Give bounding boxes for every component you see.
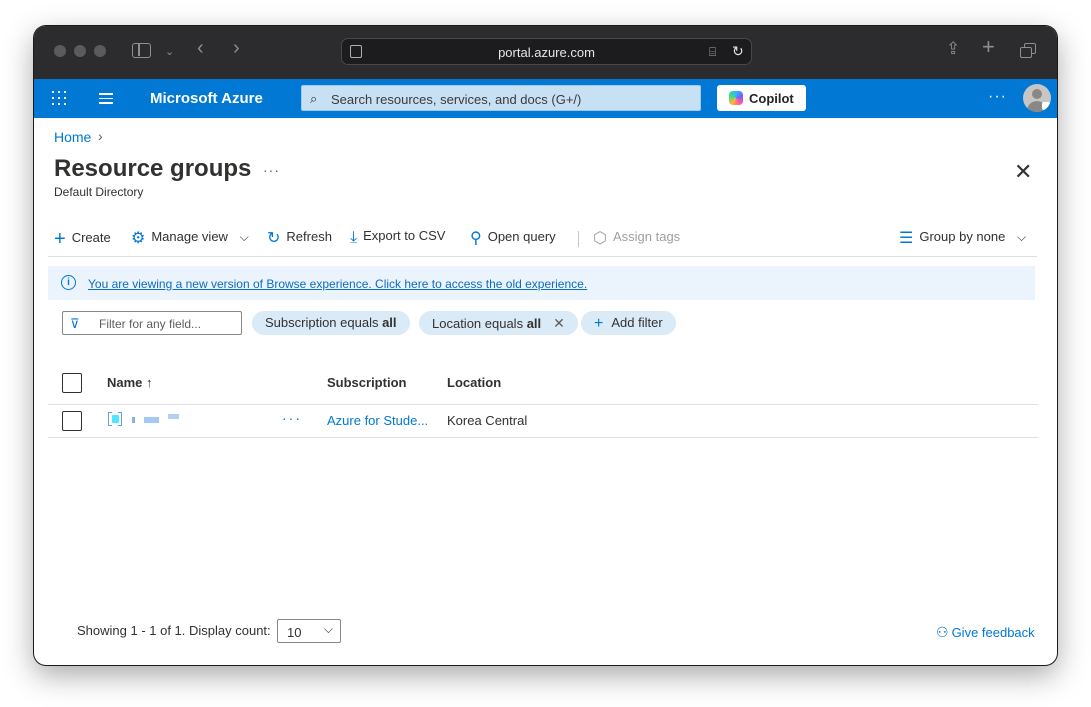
display-count-value: 10 xyxy=(287,625,302,640)
resource-group-icon xyxy=(108,412,122,426)
give-feedback-link[interactable]: ⚇ Give feedback xyxy=(936,624,1035,641)
brand-title[interactable]: Microsoft Azure xyxy=(150,90,263,107)
address-bar[interactable]: portal.azure.com ⌸ ↻ xyxy=(341,38,752,65)
export-label: Export to CSV xyxy=(363,228,446,243)
menu-icon[interactable] xyxy=(99,93,113,104)
location-filter-label: Location equals xyxy=(432,316,527,331)
group-by-dropdown[interactable]: ☰ Group by none ⌵ xyxy=(899,228,1026,252)
create-button[interactable]: + Create xyxy=(54,228,111,252)
pagination-summary: Showing 1 - 1 of 1. Display count: xyxy=(77,623,271,638)
assign-tags-button[interactable]: ⬡ Assign tags xyxy=(593,228,680,252)
assign-tags-label: Assign tags xyxy=(612,229,681,244)
location-filter-pill[interactable]: Location equals all ✕ xyxy=(419,311,578,335)
add-filter-button[interactable]: + Add filter xyxy=(581,311,676,335)
location-cell: Korea Central xyxy=(447,413,528,428)
display-count-select[interactable]: 10 ⌵ xyxy=(277,619,341,643)
gear-icon: ⚙ xyxy=(131,230,146,247)
more-options-icon[interactable]: ··· xyxy=(988,88,1007,106)
subscription-filter-value: all xyxy=(382,315,397,330)
translate-icon[interactable]: ⌸ xyxy=(709,44,716,60)
close-icon[interactable]: ✕ xyxy=(1014,159,1032,185)
close-window-button[interactable] xyxy=(54,45,66,57)
toolbar-separator xyxy=(578,231,579,247)
redacted-name xyxy=(144,417,159,423)
feedback-icon: ⚇ xyxy=(936,624,949,640)
select-all-checkbox[interactable] xyxy=(62,373,82,393)
portal-header: Microsoft Azure ⌕ Search resources, serv… xyxy=(34,79,1057,118)
tabs-overview-icon[interactable] xyxy=(1020,43,1036,58)
url-text: portal.azure.com xyxy=(498,45,595,60)
chevron-down-icon: ⌵ xyxy=(323,622,333,636)
refresh-button[interactable]: ↻ Refresh xyxy=(267,228,332,252)
row-checkbox[interactable] xyxy=(62,411,82,431)
row-more-icon[interactable]: ··· xyxy=(282,410,302,426)
plus-icon: + xyxy=(54,228,66,250)
command-bar: + Create ⚙ Manage view ⌵ ↻ Refresh ⤓ Export … xyxy=(54,228,1038,252)
column-name-header[interactable]: Name ↑ xyxy=(107,375,153,390)
download-icon: ⤓ xyxy=(350,229,358,246)
row-divider xyxy=(48,437,1038,438)
query-icon: ⚲ xyxy=(470,230,482,247)
add-filter-label: Add filter xyxy=(611,315,663,330)
open-query-button[interactable]: ⚲ Open query xyxy=(470,228,556,252)
minimize-window-button[interactable] xyxy=(74,45,86,57)
location-filter-value: all xyxy=(526,316,542,331)
chevron-right-icon: › xyxy=(98,128,103,144)
lock-icon xyxy=(1042,102,1050,110)
filter-icon: ⊽ xyxy=(70,316,80,331)
forward-icon[interactable]: › xyxy=(233,38,240,58)
chevron-down-icon[interactable]: ⌄ xyxy=(165,44,174,60)
subscription-filter-label: Subscription equals xyxy=(265,315,383,330)
manage-view-button[interactable]: ⚙ Manage view ⌵ xyxy=(131,228,249,252)
copilot-icon xyxy=(729,91,743,105)
redacted-name[interactable] xyxy=(132,417,135,423)
breadcrumb-home[interactable]: Home xyxy=(54,129,91,145)
column-subscription-header[interactable]: Subscription xyxy=(327,375,406,390)
remove-filter-icon[interactable]: ✕ xyxy=(553,315,565,331)
old-experience-link[interactable]: You are viewing a new version of Browse … xyxy=(88,277,587,291)
copilot-button[interactable]: Copilot xyxy=(717,85,806,111)
page-title: Resource groups xyxy=(54,155,252,182)
subscription-filter-pill[interactable]: Subscription equals all xyxy=(252,311,410,335)
list-icon: ☰ xyxy=(899,230,914,247)
divider xyxy=(48,256,1037,257)
open-query-label: Open query xyxy=(487,229,556,244)
zoom-window-button[interactable] xyxy=(94,45,106,57)
app-launcher-icon[interactable] xyxy=(52,91,66,105)
copilot-label: Copilot xyxy=(749,91,794,106)
search-placeholder: Search resources, services, and docs (G+… xyxy=(331,92,582,107)
browser-window: ⌄ ‹ › portal.azure.com ⌸ ↻ ⇪ + Microsoft… xyxy=(34,26,1057,665)
redacted-name xyxy=(168,414,179,419)
browser-toolbar: ⌄ ‹ › portal.azure.com ⌸ ↻ ⇪ + xyxy=(34,26,1057,79)
info-icon: i xyxy=(61,275,76,290)
column-location-header[interactable]: Location xyxy=(447,375,501,390)
filter-input[interactable]: ⊽ Filter for any field... xyxy=(62,311,242,335)
tag-icon: ⬡ xyxy=(593,230,607,247)
export-csv-button[interactable]: ⤓ Export to CSV xyxy=(350,228,445,252)
new-tab-icon[interactable]: + xyxy=(982,36,995,58)
sidebar-icon[interactable] xyxy=(132,43,151,58)
subscription-link[interactable]: Azure for Stude... xyxy=(327,413,428,428)
global-search-input[interactable]: ⌕ Search resources, services, and docs (… xyxy=(301,85,701,111)
manage-view-label: Manage view xyxy=(151,229,228,244)
refresh-icon: ↻ xyxy=(267,230,281,247)
reload-icon[interactable]: ↻ xyxy=(732,43,744,59)
plus-icon: + xyxy=(594,315,604,332)
refresh-label: Refresh xyxy=(286,229,332,244)
avatar[interactable] xyxy=(1023,84,1051,112)
page-subtitle: Default Directory xyxy=(54,185,144,199)
back-icon[interactable]: ‹ xyxy=(197,38,204,58)
header-divider xyxy=(48,404,1038,405)
filter-placeholder: Filter for any field... xyxy=(99,317,202,331)
chevron-down-icon: ⌵ xyxy=(239,230,249,244)
chevron-down-icon: ⌵ xyxy=(1016,230,1027,244)
group-by-label: Group by none xyxy=(919,229,1006,244)
feedback-label: Give feedback xyxy=(951,625,1035,640)
create-label: Create xyxy=(71,230,111,245)
page-more-icon[interactable]: ··· xyxy=(263,162,280,178)
share-icon[interactable]: ⇪ xyxy=(946,40,960,57)
info-banner: i You are viewing a new version of Brows… xyxy=(48,266,1035,300)
search-icon: ⌕ xyxy=(310,91,318,106)
